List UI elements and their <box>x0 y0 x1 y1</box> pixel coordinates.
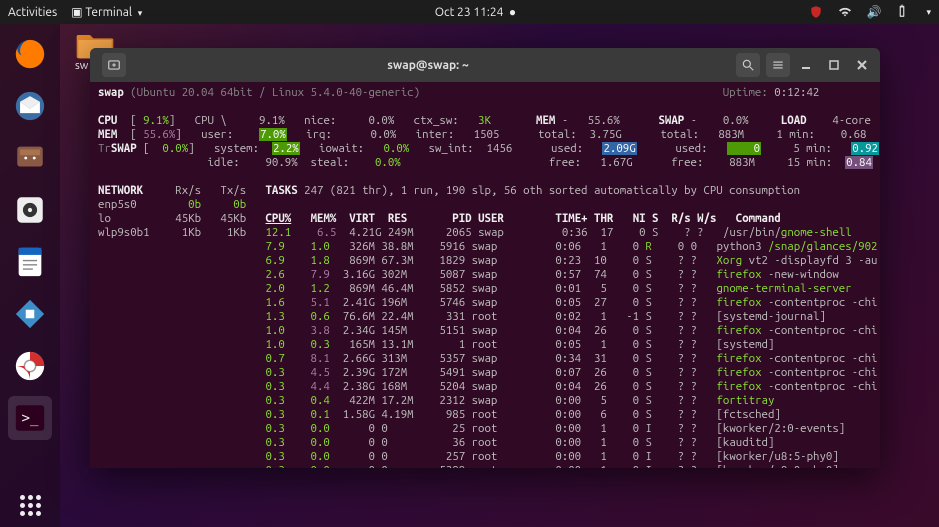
maximize-button[interactable] <box>822 53 846 77</box>
dock-show-apps[interactable] <box>8 483 52 527</box>
ubuntu-dock: >_ <box>0 24 60 527</box>
dock-thunderbird[interactable] <box>8 84 52 128</box>
dock-software[interactable] <box>8 292 52 336</box>
activities-button[interactable]: Activities <box>8 6 57 19</box>
dock-files[interactable] <box>8 136 52 180</box>
shield-icon[interactable] <box>809 5 823 19</box>
terminal-content[interactable]: swap (Ubuntu 20.04 64bit / Linux 5.4.0-4… <box>90 82 880 468</box>
hamburger-menu-button[interactable] <box>766 53 790 77</box>
dock-writer[interactable] <box>8 240 52 284</box>
desktop-folder-label: sw <box>75 60 88 72</box>
search-button[interactable] <box>736 53 760 77</box>
close-button[interactable] <box>850 53 874 77</box>
terminal-glyph-icon: ▣ <box>71 6 82 19</box>
app-menu[interactable]: ▣ Terminal ▾ <box>71 5 142 19</box>
dock-firefox[interactable] <box>8 32 52 76</box>
dock-terminal[interactable]: >_ <box>8 396 52 440</box>
window-titlebar[interactable]: swap@swap: ~ <box>90 48 880 82</box>
system-menu-chevron-icon[interactable]: ▾ <box>926 7 931 18</box>
svg-text:>_: >_ <box>22 410 40 426</box>
dock-rhythmbox[interactable] <box>8 188 52 232</box>
wifi-icon[interactable] <box>837 4 853 21</box>
volume-icon[interactable]: 🔊 <box>867 5 882 19</box>
battery-icon[interactable] <box>895 4 909 21</box>
dock-help[interactable] <box>8 344 52 388</box>
gnome-top-panel: Activities ▣ Terminal ▾ Oct 23 11:24 ● 🔊… <box>0 0 939 24</box>
new-tab-button[interactable] <box>102 53 126 77</box>
window-title: swap@swap: ~ <box>126 59 730 72</box>
minimize-button[interactable] <box>794 53 818 77</box>
terminal-window: swap@swap: ~ swap (Ubuntu 20.04 64bit / … <box>90 48 880 468</box>
clock[interactable]: Oct 23 11:24 ● <box>142 5 808 19</box>
